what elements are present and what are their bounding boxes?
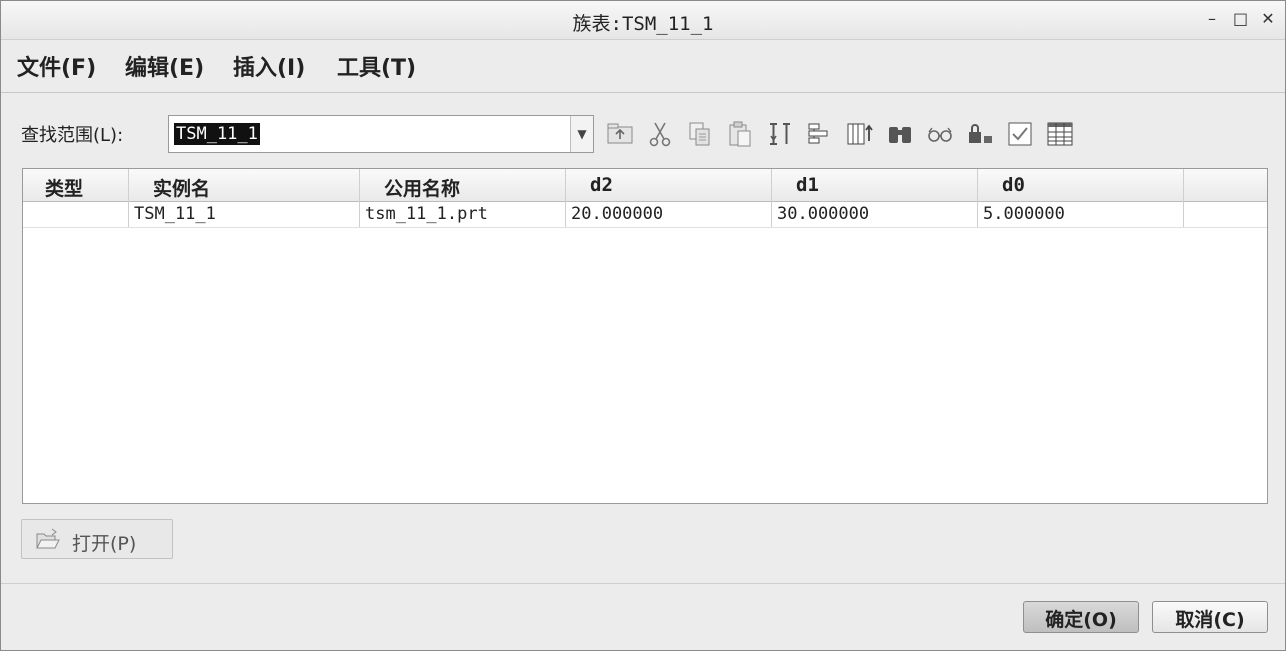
close-icon[interactable]: ✕	[1261, 9, 1275, 28]
menu-bar: 文件(F) 编辑(E) 插入(I) 工具(T)	[1, 40, 1285, 93]
verify-icon[interactable]	[1005, 119, 1035, 149]
open-button-label: 打开(P)	[72, 533, 137, 555]
family-table-dialog: 族表:TSM_11_1 – □ ✕ 文件(F) 编辑(E) 插入(I) 工具(T…	[0, 0, 1286, 651]
find-icon[interactable]	[885, 119, 915, 149]
cut-icon[interactable]	[645, 119, 675, 149]
insert-column-icon[interactable]	[765, 119, 795, 149]
toolbar	[605, 119, 1075, 149]
title-bar[interactable]: 族表:TSM_11_1 – □ ✕	[1, 1, 1285, 40]
header-type[interactable]: 类型	[23, 169, 129, 201]
header-d1[interactable]: d1	[772, 169, 978, 201]
cancel-button[interactable]: 取消(C)	[1152, 601, 1268, 633]
menu-insert[interactable]: 插入(I)	[233, 50, 305, 82]
maximize-icon[interactable]: □	[1233, 9, 1248, 28]
table-icon[interactable]	[1045, 119, 1075, 149]
up-level-icon[interactable]	[605, 119, 635, 149]
cell-instance-name[interactable]: TSM_11_1	[129, 201, 360, 227]
search-row: 查找范围(L): TSM_11_1 ▼	[1, 109, 1285, 159]
header-instance-name[interactable]: 实例名	[129, 169, 360, 201]
insert-instance-icon[interactable]	[805, 119, 835, 149]
folder-open-icon	[36, 528, 60, 549]
search-scope-value[interactable]: TSM_11_1	[174, 123, 260, 145]
lock-icon[interactable]	[965, 119, 995, 149]
add-column-icon[interactable]	[845, 119, 875, 149]
menu-edit[interactable]: 编辑(E)	[125, 50, 204, 82]
header-common-name[interactable]: 公用名称	[360, 169, 566, 201]
preview-icon[interactable]	[925, 119, 955, 149]
copy-icon[interactable]	[685, 119, 715, 149]
header-d2[interactable]: d2	[566, 169, 772, 201]
cell-common-name[interactable]: tsm_11_1.prt	[360, 201, 566, 227]
search-scope-combo[interactable]: TSM_11_1 ▼	[168, 115, 594, 153]
table-header: 类型 实例名 公用名称 d2 d1 d0	[23, 169, 1267, 202]
menu-file[interactable]: 文件(F)	[17, 50, 96, 82]
cell-d0[interactable]: 5.000000	[978, 201, 1184, 227]
open-button[interactable]: 打开(P)	[21, 519, 173, 559]
ok-button[interactable]: 确定(O)	[1023, 601, 1139, 633]
chevron-down-icon[interactable]: ▼	[570, 116, 593, 152]
table-row[interactable]: TSM_11_1 tsm_11_1.prt 20.000000 30.00000…	[23, 201, 1267, 228]
window-title: 族表:TSM_11_1	[572, 13, 714, 35]
menu-tools[interactable]: 工具(T)	[337, 50, 416, 82]
family-table-grid[interactable]: 类型 实例名 公用名称 d2 d1 d0 TSM_11_1 tsm_11_1.p…	[22, 168, 1268, 504]
cell-d2[interactable]: 20.000000	[566, 201, 772, 227]
header-d0[interactable]: d0	[978, 169, 1184, 201]
minimize-icon[interactable]: –	[1205, 9, 1219, 28]
search-scope-label: 查找范围(L):	[21, 125, 124, 146]
cell-type[interactable]	[23, 201, 129, 227]
cell-d1[interactable]: 30.000000	[772, 201, 978, 227]
paste-icon[interactable]	[725, 119, 755, 149]
footer-divider	[1, 583, 1285, 584]
window-controls: – □ ✕	[1205, 9, 1275, 28]
